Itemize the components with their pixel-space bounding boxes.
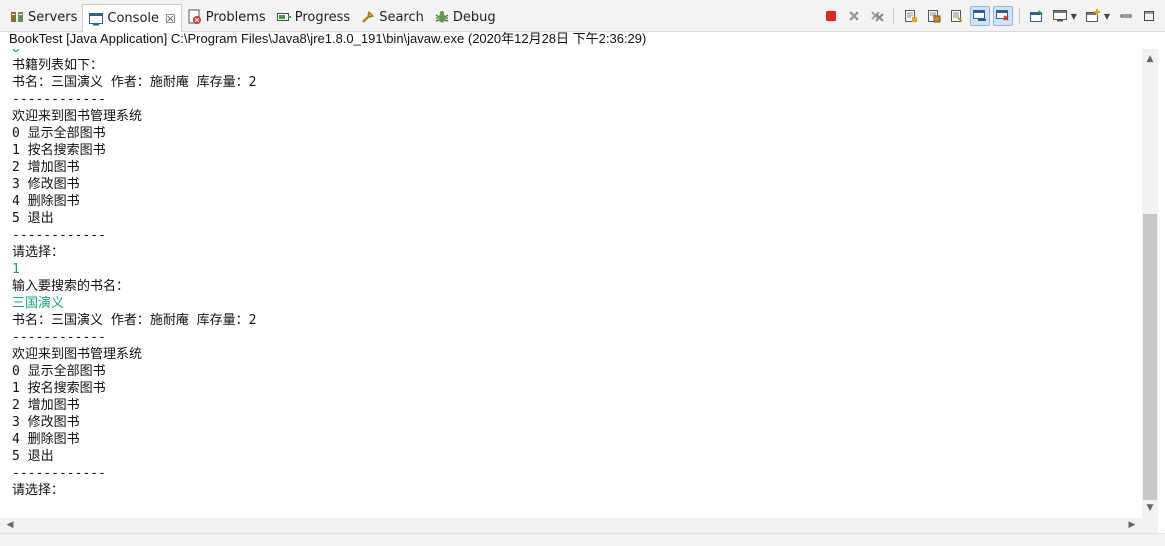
- console-toolbar: ▼ ▼: [818, 6, 1159, 26]
- tab-console[interactable]: Console ☒: [82, 3, 182, 33]
- chevron-down-icon[interactable]: ▼: [1104, 12, 1110, 21]
- terminate-icon[interactable]: [821, 6, 841, 26]
- console-icon: [88, 11, 104, 27]
- console-output-line: 3 修改图书: [12, 415, 80, 430]
- console-output-line: 3 修改图书: [12, 177, 80, 192]
- maximize-icon[interactable]: [1139, 6, 1159, 26]
- view-tabs: Servers Console ☒ Problems Progress Sear…: [4, 3, 501, 33]
- tab-label: Debug: [452, 9, 496, 25]
- console-output-line: 5 退出: [12, 211, 54, 226]
- chevron-down-icon[interactable]: ▼: [1071, 12, 1077, 21]
- console-output-line: 5 退出: [12, 449, 54, 464]
- tab-problems[interactable]: Problems: [182, 4, 271, 30]
- console-output-line: 欢迎来到图书管理系统: [12, 109, 143, 124]
- console-output-line: 书名：三国演义 作者：施耐庵 库存量：2: [12, 75, 257, 90]
- tab-servers[interactable]: Servers: [4, 4, 82, 30]
- vertical-scrollbar[interactable]: ▲ ▼: [1142, 49, 1158, 518]
- open-console-icon[interactable]: [1083, 6, 1103, 26]
- console-output-line: 0 显示全部图书: [12, 364, 106, 379]
- console-output-line: 请选择：: [12, 245, 65, 260]
- display-console-icon[interactable]: [1050, 6, 1070, 26]
- console-output-line: ------------: [12, 466, 106, 481]
- toolbar-separator: [892, 8, 894, 24]
- console-output-line: 输入要搜索的书名：: [12, 279, 130, 294]
- console-output-line: 1 按名搜索图书: [12, 143, 106, 158]
- scroll-lock-icon[interactable]: [924, 6, 944, 26]
- show-on-stdout-icon[interactable]: [969, 6, 990, 26]
- console-lines: 0书籍列表如下： 书名：三国演义 作者：施耐庵 库存量：2 ------------…: [12, 49, 256, 499]
- pin-console-icon[interactable]: [1027, 6, 1047, 26]
- console-output[interactable]: 0书籍列表如下： 书名：三国演义 作者：施耐庵 库存量：2 ------------…: [0, 49, 1142, 518]
- remove-all-terminated-icon[interactable]: [867, 6, 887, 26]
- console-output-line: ------------: [12, 92, 106, 107]
- close-icon[interactable]: ☒: [165, 12, 176, 26]
- console-output-line: 书籍列表如下：: [12, 58, 104, 73]
- console-output-line: 0 显示全部图书: [12, 126, 106, 141]
- remove-launch-icon[interactable]: [844, 6, 864, 26]
- show-on-stderr-icon[interactable]: [992, 6, 1013, 26]
- progress-icon: [276, 9, 292, 25]
- console-input-line: 0: [12, 49, 256, 57]
- tab-label: Console: [107, 11, 160, 26]
- console-output-line: 请选择：: [12, 483, 65, 498]
- debug-icon: [434, 9, 450, 25]
- status-strip: [0, 533, 1165, 546]
- clear-console-icon[interactable]: [901, 6, 921, 26]
- problems-icon: [187, 9, 203, 25]
- tab-label: Search: [379, 9, 424, 25]
- console-output-line: 2 增加图书: [12, 398, 80, 413]
- search-icon: [360, 9, 376, 25]
- horizontal-scrollbar[interactable]: ◀ ▶: [0, 518, 1158, 533]
- scroll-right-icon[interactable]: ▶: [1124, 518, 1140, 533]
- console-input-line: 三国演义: [12, 296, 65, 311]
- console-output-line: 1 按名搜索图书: [12, 381, 106, 396]
- console-output-line: 4 删除图书: [12, 194, 80, 209]
- scroll-left-icon[interactable]: ◀: [2, 518, 18, 533]
- minimize-icon[interactable]: [1116, 6, 1136, 26]
- toolbar-separator: [1018, 8, 1020, 24]
- console-view-tab-bar: Servers Console ☒ Problems Progress Sear…: [0, 0, 1165, 33]
- console-output-line: ------------: [12, 228, 106, 243]
- scroll-down-icon[interactable]: ▼: [1142, 500, 1158, 516]
- console-output-line: ------------: [12, 330, 106, 345]
- tab-debug[interactable]: Debug: [429, 4, 501, 30]
- vertical-scroll-thumb[interactable]: [1143, 214, 1157, 500]
- tab-label: Progress: [294, 9, 351, 25]
- tab-label: Problems: [205, 9, 266, 25]
- console-output-line: 4 删除图书: [12, 432, 80, 447]
- console-output-line: 欢迎来到图书管理系统: [12, 347, 143, 362]
- launch-info: BookTest [Java Application] C:\Program F…: [0, 32, 1165, 49]
- console-output-line: 书名：三国演义 作者：施耐庵 库存量：2: [12, 313, 257, 328]
- console-output-line: 2 增加图书: [12, 160, 80, 175]
- tab-search[interactable]: Search: [355, 4, 429, 30]
- console-input-line: 1: [12, 262, 20, 277]
- word-wrap-icon[interactable]: [947, 6, 967, 26]
- tab-progress[interactable]: Progress: [271, 4, 355, 30]
- scroll-up-icon[interactable]: ▲: [1142, 51, 1158, 67]
- servers-icon: [9, 9, 25, 25]
- tab-label: Servers: [28, 9, 78, 25]
